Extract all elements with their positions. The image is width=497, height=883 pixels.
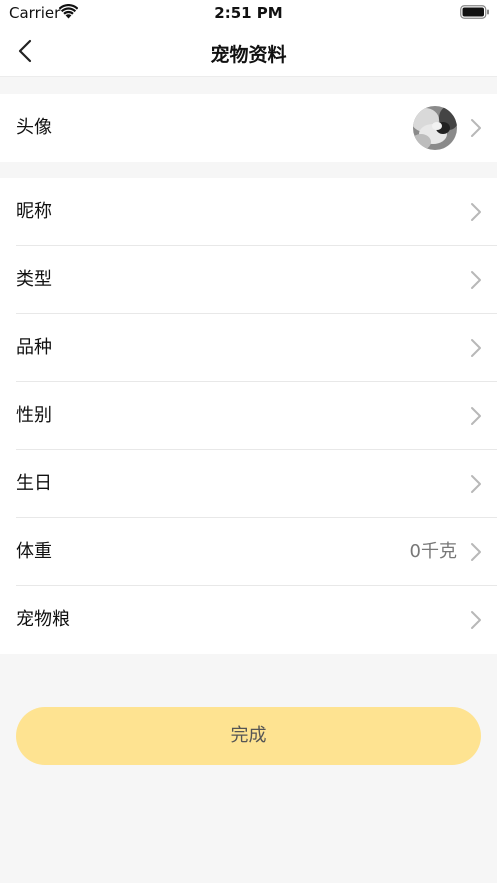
status-bar: Carrier 2:51 PM	[0, 0, 497, 26]
avatar-label: 头像	[16, 117, 52, 138]
chevron-right-icon	[471, 339, 481, 357]
row-type[interactable]: 类型	[0, 246, 497, 314]
row-label: 性别	[16, 405, 52, 426]
chevron-right-icon	[471, 475, 481, 493]
row-label: 类型	[16, 269, 52, 290]
chevron-right-icon	[471, 407, 481, 425]
row-weight[interactable]: 体重 0千克	[0, 518, 497, 586]
done-button[interactable]: 完成	[16, 707, 481, 765]
pet-photo	[413, 106, 457, 150]
status-time: 2:51 PM	[214, 4, 283, 22]
row-nickname[interactable]: 昵称	[0, 178, 497, 246]
pet-info-list: 昵称 类型 品种 性别 生日 体重 0千克 宠物粮	[0, 178, 497, 654]
avatar[interactable]	[413, 106, 457, 150]
battery-icon	[460, 5, 489, 19]
row-birthday[interactable]: 生日	[0, 450, 497, 518]
row-label: 生日	[16, 473, 52, 494]
nav-bar: 宠物资料	[0, 26, 497, 77]
row-label: 体重	[16, 541, 52, 562]
row-label: 宠物粮	[16, 609, 70, 630]
chevron-right-icon	[471, 611, 481, 629]
row-gender[interactable]: 性别	[0, 382, 497, 450]
row-breed[interactable]: 品种	[0, 314, 497, 382]
row-pet-food[interactable]: 宠物粮	[0, 586, 497, 654]
chevron-right-icon	[471, 271, 481, 289]
page-title: 宠物资料	[210, 44, 287, 66]
row-label: 昵称	[16, 201, 52, 222]
chevron-right-icon	[471, 119, 481, 137]
row-label: 品种	[16, 337, 52, 358]
chevron-right-icon	[471, 543, 481, 561]
row-value: 0千克	[409, 541, 457, 562]
chevron-right-icon	[471, 203, 481, 221]
